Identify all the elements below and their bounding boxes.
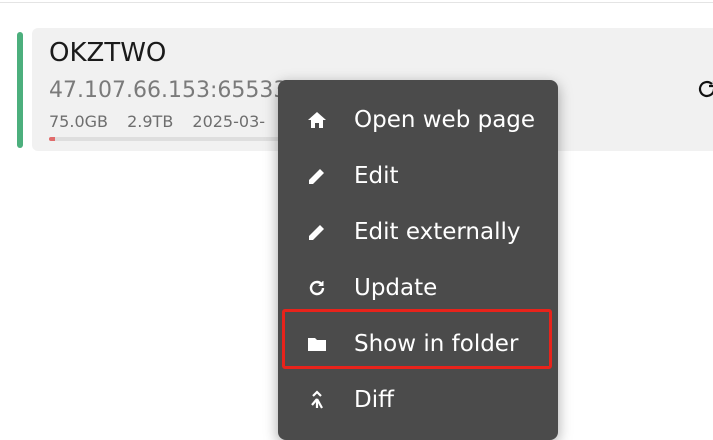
menu-item-label: Edit	[354, 163, 399, 189]
menu-item-edit-externally[interactable]: Edit externally	[278, 204, 558, 260]
menu-item-label: Open web page	[354, 107, 536, 133]
top-divider	[0, 2, 713, 3]
profile-date: 2025-03-	[192, 112, 266, 131]
context-menu: Open web page Edit Edit externally Updat…	[278, 80, 558, 440]
usage-progress-fill	[49, 137, 55, 141]
menu-item-label: Edit externally	[354, 219, 521, 245]
pencil-icon	[304, 219, 330, 245]
menu-item-label: Update	[354, 275, 438, 301]
refresh-icon[interactable]	[696, 78, 713, 100]
refresh-icon	[304, 275, 330, 301]
profile-used: 75.0GB	[49, 112, 108, 131]
profile-name: OKZTWO	[49, 38, 167, 68]
menu-item-label: Diff	[354, 387, 394, 413]
pencil-icon	[304, 163, 330, 189]
home-icon	[304, 107, 330, 133]
profile-total: 2.9TB	[127, 112, 174, 131]
menu-item-open-web-page[interactable]: Open web page	[278, 92, 558, 148]
profile-stats: 75.0GB 2.9TB 2025-03-	[49, 112, 279, 131]
menu-item-show-in-folder[interactable]: Show in folder	[278, 316, 558, 372]
menu-item-diff[interactable]: Diff	[278, 372, 558, 428]
profile-active-indicator	[17, 32, 23, 148]
menu-item-edit[interactable]: Edit	[278, 148, 558, 204]
folder-icon	[304, 331, 330, 357]
profile-url: 47.107.66.153:65533	[49, 78, 288, 103]
usage-progress-bar	[49, 137, 289, 141]
menu-item-update[interactable]: Update	[278, 260, 558, 316]
menu-item-label: Show in folder	[354, 331, 519, 357]
merge-icon	[304, 387, 330, 413]
